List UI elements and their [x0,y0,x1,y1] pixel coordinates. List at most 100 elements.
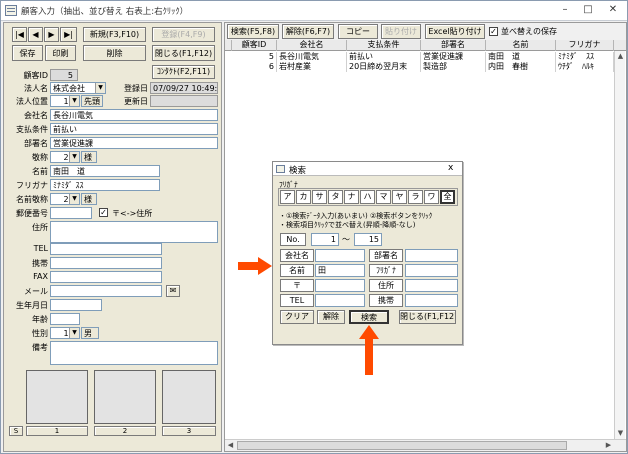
scroll-up-icon[interactable]: ▲ [615,51,626,62]
col-dept[interactable]: 部署名 [421,40,486,51]
col-furigana[interactable]: フリガナ [556,40,614,51]
col-payment[interactable]: 支払条件 [347,40,421,51]
photo-3[interactable] [162,370,216,424]
close-form-button[interactable]: 閉じる(F1,F12) [152,45,215,61]
search-name-label[interactable]: 名前 [280,264,314,277]
gender-select[interactable]: 1 ▼ [50,327,80,339]
kana-ka-button[interactable]: カ [296,190,311,204]
paste-button[interactable]: 貼り付け [381,24,421,39]
search-address-label[interactable]: 住所 [369,279,403,292]
dialog-release-button[interactable]: 解除 [317,310,345,324]
kana-sa-button[interactable]: サ [312,190,327,204]
search-button[interactable]: 検索(F5,F8) [227,24,279,39]
photo-2-button[interactable]: 2 [94,426,156,436]
delete-button[interactable]: 削除 [83,45,146,61]
search-tel-field[interactable] [315,294,365,307]
dialog-clear-button[interactable]: クリア [280,310,314,324]
dialog-search-button[interactable]: 検索 [349,310,389,324]
col-company[interactable]: 会社名 [277,40,347,51]
dialog-title-bar: 検索 x [273,162,462,176]
horizontal-scrollbar[interactable]: ◀ ▶ [225,439,626,451]
postal-address-checkbox[interactable]: ✓ [99,208,108,217]
kana-wa-button[interactable]: ワ [424,190,439,204]
name-honorific-text: 様 [81,193,97,205]
corp-position-select[interactable]: 1 ▼ [50,95,80,107]
dialog-close-button[interactable]: 閉じる(F1,F12) [399,310,456,324]
furigana-field[interactable]: ﾐﾅﾐﾀﾞ ｽｽ [50,179,160,191]
photo-s-button[interactable]: S [9,426,23,436]
kana-all-button[interactable]: 全 [440,190,455,204]
search-tel-label[interactable]: TEL [280,294,314,307]
kana-ya-button[interactable]: ヤ [392,190,407,204]
mail-field[interactable] [50,285,162,297]
search-dept-field[interactable] [405,249,458,262]
dept-field[interactable]: 営業促進課 [50,137,218,149]
next-record-button[interactable]: ▶ [44,27,59,42]
company-field[interactable]: 長谷川電気 [50,109,218,121]
scroll-right-icon[interactable]: ▶ [603,440,614,451]
scroll-thumb[interactable] [237,441,567,450]
corp-name-select[interactable]: 株式会社 ▼ [50,82,106,94]
search-dept-label[interactable]: 部署名 [369,249,403,262]
kana-na-button[interactable]: ナ [344,190,359,204]
clear-search-button[interactable]: 解除(F6,F7) [282,24,334,39]
tel-field[interactable] [50,243,162,255]
scroll-down-icon[interactable]: ▼ [615,428,626,439]
search-name-field[interactable]: 田 [315,264,365,277]
dialog-close-icon[interactable]: x [448,163,453,173]
birth-field[interactable] [50,299,102,311]
save-button[interactable]: 保存 [12,45,43,61]
payment-field[interactable]: 前払い [50,123,218,135]
kana-a-button[interactable]: ア [280,190,295,204]
copy-button[interactable]: コピー [338,24,378,39]
photo-2[interactable] [94,370,156,424]
first-record-button[interactable]: |◀ [12,27,27,42]
last-record-button[interactable]: ▶| [60,27,77,42]
search-company-field[interactable] [315,249,365,262]
honorific-select[interactable]: 2 ▼ [50,151,80,163]
excel-paste-button[interactable]: Excel貼り付け [425,24,485,39]
table-row[interactable]: 5 長谷川電気 前払い 営業促進課 南田 道 ﾐﾅﾐﾀﾞ ｽｽ [225,52,615,62]
notes-field[interactable] [50,341,218,365]
search-address-field[interactable] [405,279,458,292]
vertical-scrollbar[interactable]: ▲ ▼ [614,51,625,439]
mobile-field[interactable] [50,257,162,269]
kana-ta-button[interactable]: タ [328,190,343,204]
table-row[interactable]: 6 岩村産業 20日締め翌月末 製造部 内田 春樹 ｳﾁﾀﾞ ﾊﾙｷ [225,62,615,72]
age-field[interactable] [50,313,80,325]
name-field[interactable]: 南田 道 [50,165,160,177]
search-mobile-field[interactable] [405,294,458,307]
fax-field[interactable] [50,271,162,283]
no-from-field[interactable]: 1 [311,233,339,246]
minimize-button[interactable]: – [557,3,573,18]
address-field[interactable] [50,221,218,243]
print-button[interactable]: 印刷 [45,45,76,61]
search-company-label[interactable]: 会社名 [280,249,314,262]
photo-1-button[interactable]: 1 [26,426,88,436]
search-mobile-label[interactable]: 携帯 [369,294,403,307]
register-button[interactable]: 登録(F4,F9) [152,27,215,42]
contact-button[interactable]: ｺﾝﾀｸﾄ(F2,F11) [152,65,215,79]
name-honorific-select[interactable]: 2 ▼ [50,193,80,205]
close-window-button[interactable]: ✕ [605,3,621,18]
photo-1[interactable] [26,370,88,424]
prev-record-button[interactable]: ◀ [28,27,43,42]
search-furigana-field[interactable] [405,264,458,277]
col-customer-id[interactable]: 顧客ID [232,40,277,51]
new-record-button[interactable]: 新規(F3,F10) [83,27,146,42]
scroll-left-icon[interactable]: ◀ [225,440,236,451]
maximize-button[interactable]: □ [580,3,596,18]
postal-field[interactable] [50,207,92,219]
no-to-field[interactable]: 15 [354,233,382,246]
search-postal-field[interactable] [315,279,365,292]
kana-ma-button[interactable]: マ [376,190,391,204]
mail-send-button[interactable]: ✉ [166,285,180,297]
kana-ha-button[interactable]: ハ [360,190,375,204]
col-name[interactable]: 名前 [486,40,556,51]
update-date-label: 更新日 [124,97,148,106]
photo-3-button[interactable]: 3 [162,426,216,436]
sort-save-checkbox[interactable]: ✓ [489,27,498,36]
search-furigana-label[interactable]: ﾌﾘｶﾞﾅ [369,264,403,277]
kana-ra-button[interactable]: ラ [408,190,423,204]
search-postal-label[interactable]: 〒 [280,279,314,292]
